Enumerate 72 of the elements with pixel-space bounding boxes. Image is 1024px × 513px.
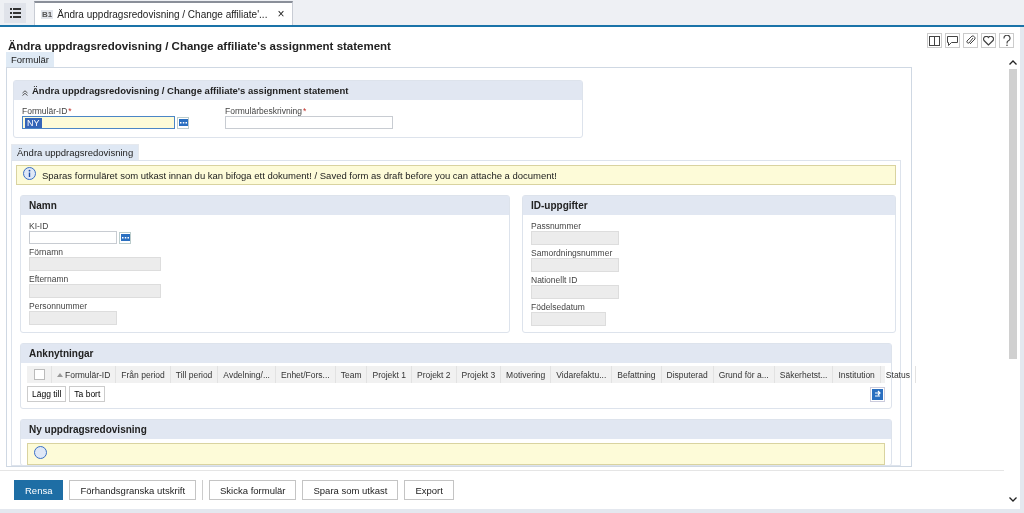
field-label: Nationellt ID (531, 275, 579, 285)
column-header[interactable]: Motivering (501, 366, 552, 383)
column-header[interactable]: Disputerad (661, 366, 714, 383)
field-label: Formulärbeskrivning (225, 106, 302, 116)
column-header[interactable]: Avdelning/... (218, 366, 276, 383)
paperclip-icon[interactable] (963, 33, 978, 48)
tab-label: Ändra uppdragsredovisning / Change affiliate'... (57, 8, 268, 20)
tab-badge: B1 (41, 9, 54, 19)
input-field[interactable]: NY (22, 116, 175, 129)
column-header[interactable]: Projekt 1 (367, 366, 412, 383)
input-field[interactable] (29, 311, 117, 325)
column-header[interactable]: Vidarefaktu... (551, 366, 613, 383)
input-field[interactable] (29, 231, 117, 244)
field-label: Personnummer (29, 301, 89, 311)
refresh-icon[interactable] (870, 386, 885, 402)
field-label: Formulär-ID (22, 106, 68, 116)
close-button[interactable]: × (277, 7, 285, 21)
column-header[interactable]: Från period (116, 366, 171, 383)
page-title: Ändra uppdragsredovisning / Change affiliate's assignment statement (8, 40, 392, 52)
required-mark: * (68, 106, 72, 116)
input-field[interactable] (531, 258, 619, 272)
lookup-icon[interactable] (119, 231, 131, 244)
column-header[interactable]: Grund för a... (713, 366, 775, 383)
footer-button[interactable]: Förhandsgranska utskrift (69, 480, 196, 500)
panel-title: Ny uppdragsredovisning (29, 424, 147, 435)
lookup-icon[interactable] (177, 116, 189, 129)
document-tab[interactable]: B1 Ändra uppdragsredovisning / Change affiliate'... × (34, 1, 294, 25)
scroll-up-icon[interactable] (1009, 60, 1017, 65)
column-header[interactable]: Säkerhetst... (774, 366, 834, 383)
column-header[interactable]: Formulär-ID (52, 366, 117, 383)
field-label: Samordningsnummer (531, 248, 614, 258)
input-field[interactable] (29, 284, 161, 298)
column-header[interactable]: Projekt 2 (412, 366, 457, 383)
info-message: Sparas formuläret som utkast innan du kan bifoga ett dokument! / Saved form as draft before you can attache a document! (42, 169, 557, 181)
field-label: Passnummer (531, 221, 583, 231)
section-title: Ändra uppdragsredovisning / Change affiliate's assignment statement (32, 85, 349, 96)
column-header[interactable]: Befattning (612, 366, 662, 383)
footer-button[interactable]: Export (404, 480, 454, 500)
panel-title: Anknytningar (29, 348, 94, 359)
column-header[interactable]: Till period (170, 366, 219, 383)
column-header[interactable]: Projekt 3 (456, 366, 502, 383)
column-header[interactable]: Enhet/Fors... (276, 366, 336, 383)
input-field[interactable] (29, 257, 161, 271)
field-label: Efternamn (29, 274, 70, 284)
input-field[interactable] (531, 312, 606, 326)
required-mark: * (303, 106, 307, 116)
panel-title: Namn (29, 200, 57, 211)
scroll-down-icon[interactable] (1009, 497, 1017, 502)
column-header[interactable]: Status (880, 366, 916, 383)
primary-button[interactable]: Rensa (14, 480, 64, 500)
column-header[interactable]: Team (335, 366, 368, 383)
field-label: Förnamn (29, 247, 64, 257)
panel-title: ID-uppgifter (531, 200, 588, 211)
footer-button[interactable]: Skicka formulär (209, 480, 297, 500)
form-tab[interactable]: Formulär (6, 52, 54, 67)
footer-button[interactable]: Spara som utkast (302, 480, 399, 500)
columns-icon[interactable] (927, 33, 942, 48)
field-label: Födelsedatum (531, 302, 586, 312)
menu-icon[interactable] (4, 3, 26, 23)
input-field[interactable] (225, 116, 393, 129)
help-icon[interactable] (999, 33, 1014, 48)
grid-button[interactable]: Lägg till (27, 386, 67, 402)
column-header[interactable]: Institution (833, 366, 881, 383)
section-tab[interactable]: Ändra uppdragsredovisning (11, 144, 140, 160)
comment-icon[interactable] (945, 33, 960, 48)
field-label: KI-ID (29, 221, 50, 231)
grid-button[interactable]: Ta bort (69, 386, 106, 402)
heart-icon[interactable] (981, 33, 996, 48)
input-field[interactable] (531, 285, 619, 299)
input-field[interactable] (531, 231, 619, 245)
select-all-checkbox[interactable] (33, 369, 45, 380)
sort-icon (57, 372, 63, 377)
